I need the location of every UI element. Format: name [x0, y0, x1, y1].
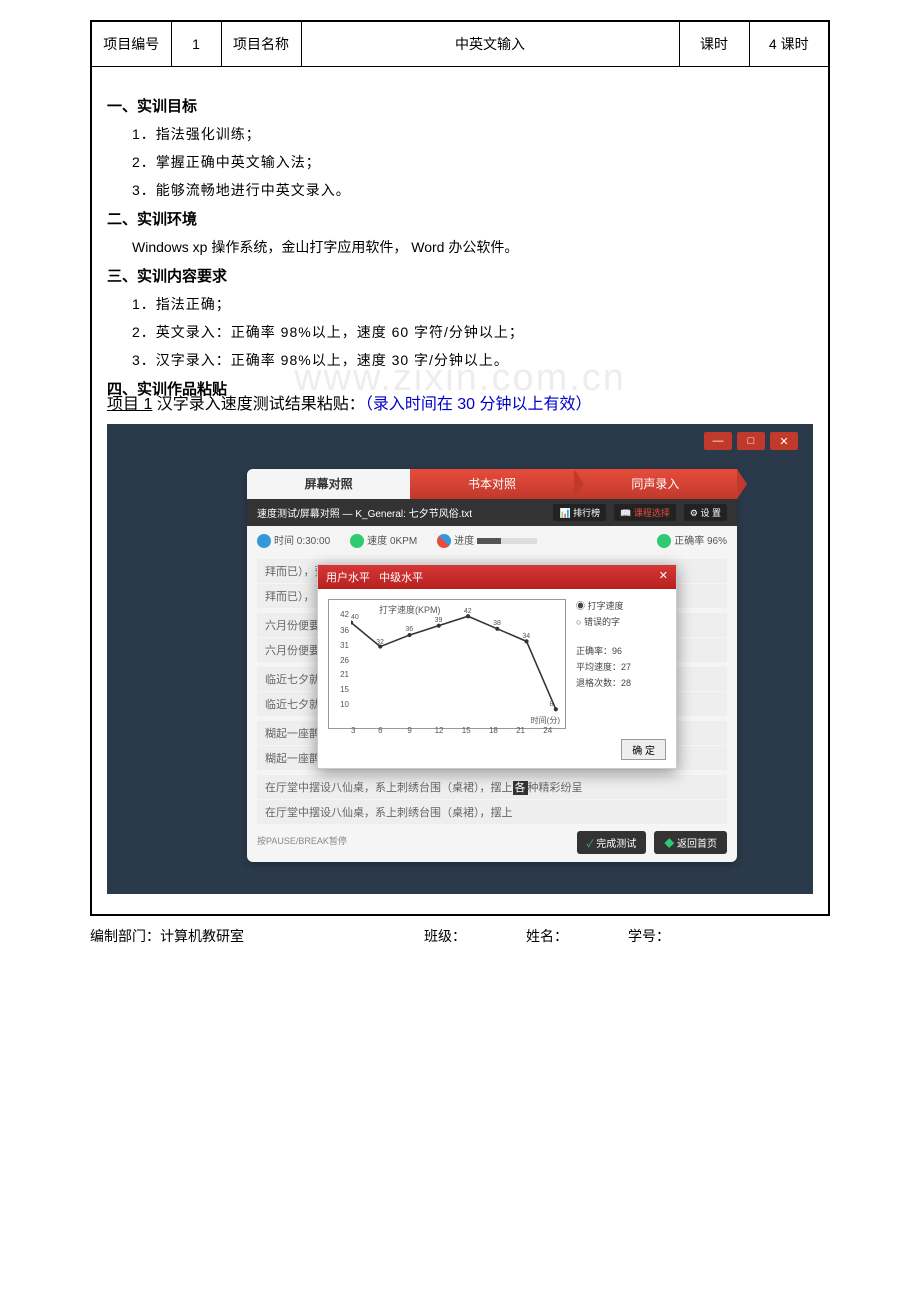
hdr-col2-val: 1 — [171, 21, 221, 67]
radio-errors[interactable]: ○ 错误的字 — [576, 615, 666, 628]
modal-close-icon[interactable]: ✕ — [659, 569, 668, 585]
accuracy-icon — [657, 534, 671, 548]
s1-item-3: 3．能够流畅地进行中英文录入。 — [132, 180, 813, 200]
stat-accuracy: 正确率：96 — [576, 644, 666, 657]
s1-item-1: 1．指法强化训练； — [132, 124, 813, 144]
s3-item-3: 3．汉字录入：正确率 98%以上，速度 30 字/分钟以上。 — [132, 350, 813, 370]
finish-button[interactable]: ✓ 完成测试 — [577, 831, 647, 854]
footer: 编制部门：计算机教研室 班级： 姓名： 学号： — [90, 916, 830, 956]
radio-speed[interactable]: ◉ 打字速度 — [576, 599, 666, 612]
stats-bar: 时间 0:30:00 速度 0KPM 进度 正确率 96% — [247, 526, 737, 554]
time-stat: 时间 0:30:00 — [257, 532, 330, 548]
footer-class: 班级： — [424, 926, 466, 946]
tab-book[interactable]: 书本对照 — [410, 469, 573, 499]
stat-avg-speed: 平均速度：27 — [576, 660, 666, 673]
clock-icon — [257, 534, 271, 548]
window-controls: — □ ✕ — [704, 432, 798, 450]
speed-icon — [350, 534, 364, 548]
maximize-icon[interactable]: □ — [737, 432, 765, 450]
section-3-title: 三、实训内容要求 — [107, 265, 813, 286]
close-icon[interactable]: ✕ — [770, 432, 798, 450]
s2-content: Windows xp 操作系统，金山打字应用软件， Word 办公软件。 — [132, 237, 813, 257]
speed-chart: 打字速度(KPM) 42 36 31 26 21 15 10 — [328, 599, 566, 729]
progress-icon — [437, 534, 451, 548]
section-1-title: 一、实训目标 — [107, 95, 813, 116]
minimize-icon[interactable]: — — [704, 432, 732, 450]
section-2-title: 二、实训环境 — [107, 208, 813, 229]
project-label: 项目 1 — [107, 396, 152, 413]
stat-backspace: 退格次数：28 — [576, 676, 666, 689]
hdr-col6-val: 4 课时 — [749, 21, 829, 67]
s3-item-1: 1．指法正确； — [132, 294, 813, 314]
src-line-5: 在厅堂中摆设八仙桌，系上刺绣台围（桌裙），摆上各种精彩纷呈 — [257, 775, 727, 799]
accuracy-stat: 正确率 96% — [657, 532, 727, 548]
s1-item-2: 2．掌握正确中英文输入法； — [132, 152, 813, 172]
tab-voice[interactable]: 同声录入 — [574, 469, 737, 499]
input-line-5[interactable]: 在厅堂中摆设八仙桌，系上刺绣台围（桌裙），摆上 — [257, 800, 727, 824]
app-panel: 屏幕对照 书本对照 同声录入 速度测试/屏幕对照 — K_General: 七夕… — [247, 469, 737, 862]
modal-header: 用户水平 中级水平 ✕ — [318, 565, 676, 589]
settings-button[interactable]: ⚙ 设 置 — [684, 504, 727, 521]
x-label: 时间(分) — [531, 715, 560, 726]
footer-dept: 编制部门：计算机教研室 — [90, 926, 244, 946]
main-table: 项目编号 1 项目名称 中英文输入 课时 4 课时 一、实训目标 1．指法强化训… — [90, 20, 830, 916]
hdr-col1-label: 项目编号 — [91, 21, 171, 67]
chart-stats: ◉ 打字速度 ○ 错误的字 正确率：96 平均速度：27 退格次数：28 — [576, 599, 666, 729]
confirm-button[interactable]: 确 定 — [621, 739, 666, 760]
progress-stat: 进度 — [437, 532, 537, 548]
tab-screen[interactable]: 屏幕对照 — [247, 469, 410, 499]
footer-name: 姓名： — [526, 926, 568, 946]
course-button[interactable]: 📖 课程选择 — [614, 504, 676, 521]
project-note: （录入时间在 30 分钟以上有效） — [365, 396, 592, 413]
tabs: 屏幕对照 书本对照 同声录入 — [247, 469, 737, 499]
header-row: 项目编号 1 项目名称 中英文输入 课时 4 课时 — [91, 21, 829, 67]
footer-id: 学号： — [628, 926, 670, 946]
hdr-col3-label: 项目名称 — [221, 21, 301, 67]
s3-item-2: 2．英文录入：正确率 98%以上，速度 60 字符/分钟以上； — [132, 322, 813, 342]
ranking-button[interactable]: 📊 排行榜 — [553, 504, 606, 521]
result-modal: 用户水平 中级水平 ✕ 打字速度(KPM) 42 36 31 — [317, 564, 677, 769]
speed-stat: 速度 0KPM — [350, 532, 417, 548]
hdr-col5-label: 课时 — [679, 21, 749, 67]
y-axis: 42 36 31 26 21 15 10 — [331, 610, 351, 713]
project-desc: 汉字录入速度测试结果粘贴： — [152, 396, 364, 413]
text-block-5: 在厅堂中摆设八仙桌，系上刺绣台围（桌裙），摆上各种精彩纷呈 在厅堂中摆设八仙桌，… — [257, 775, 727, 824]
home-button[interactable]: ◆ 返回首页 — [654, 831, 727, 854]
typing-app-screenshot: — □ ✕ 屏幕对照 书本对照 同声录入 速度测试/屏幕对照 — K_ — [107, 424, 813, 894]
breadcrumb: 速度测试/屏幕对照 — K_General: 七夕节风俗.txt — [257, 505, 472, 520]
content-cell: 一、实训目标 1．指法强化训练； 2．掌握正确中英文输入法； 3．能够流畅地进行… — [91, 67, 829, 916]
hdr-col4-val: 中英文输入 — [301, 21, 679, 67]
project-title: 项目 1 汉字录入速度测试结果粘贴：（录入时间在 30 分钟以上有效） — [107, 390, 813, 414]
toolbar: 速度测试/屏幕对照 — K_General: 七夕节风俗.txt 📊 排行榜 📖… — [247, 499, 737, 526]
chart-line — [351, 610, 560, 715]
